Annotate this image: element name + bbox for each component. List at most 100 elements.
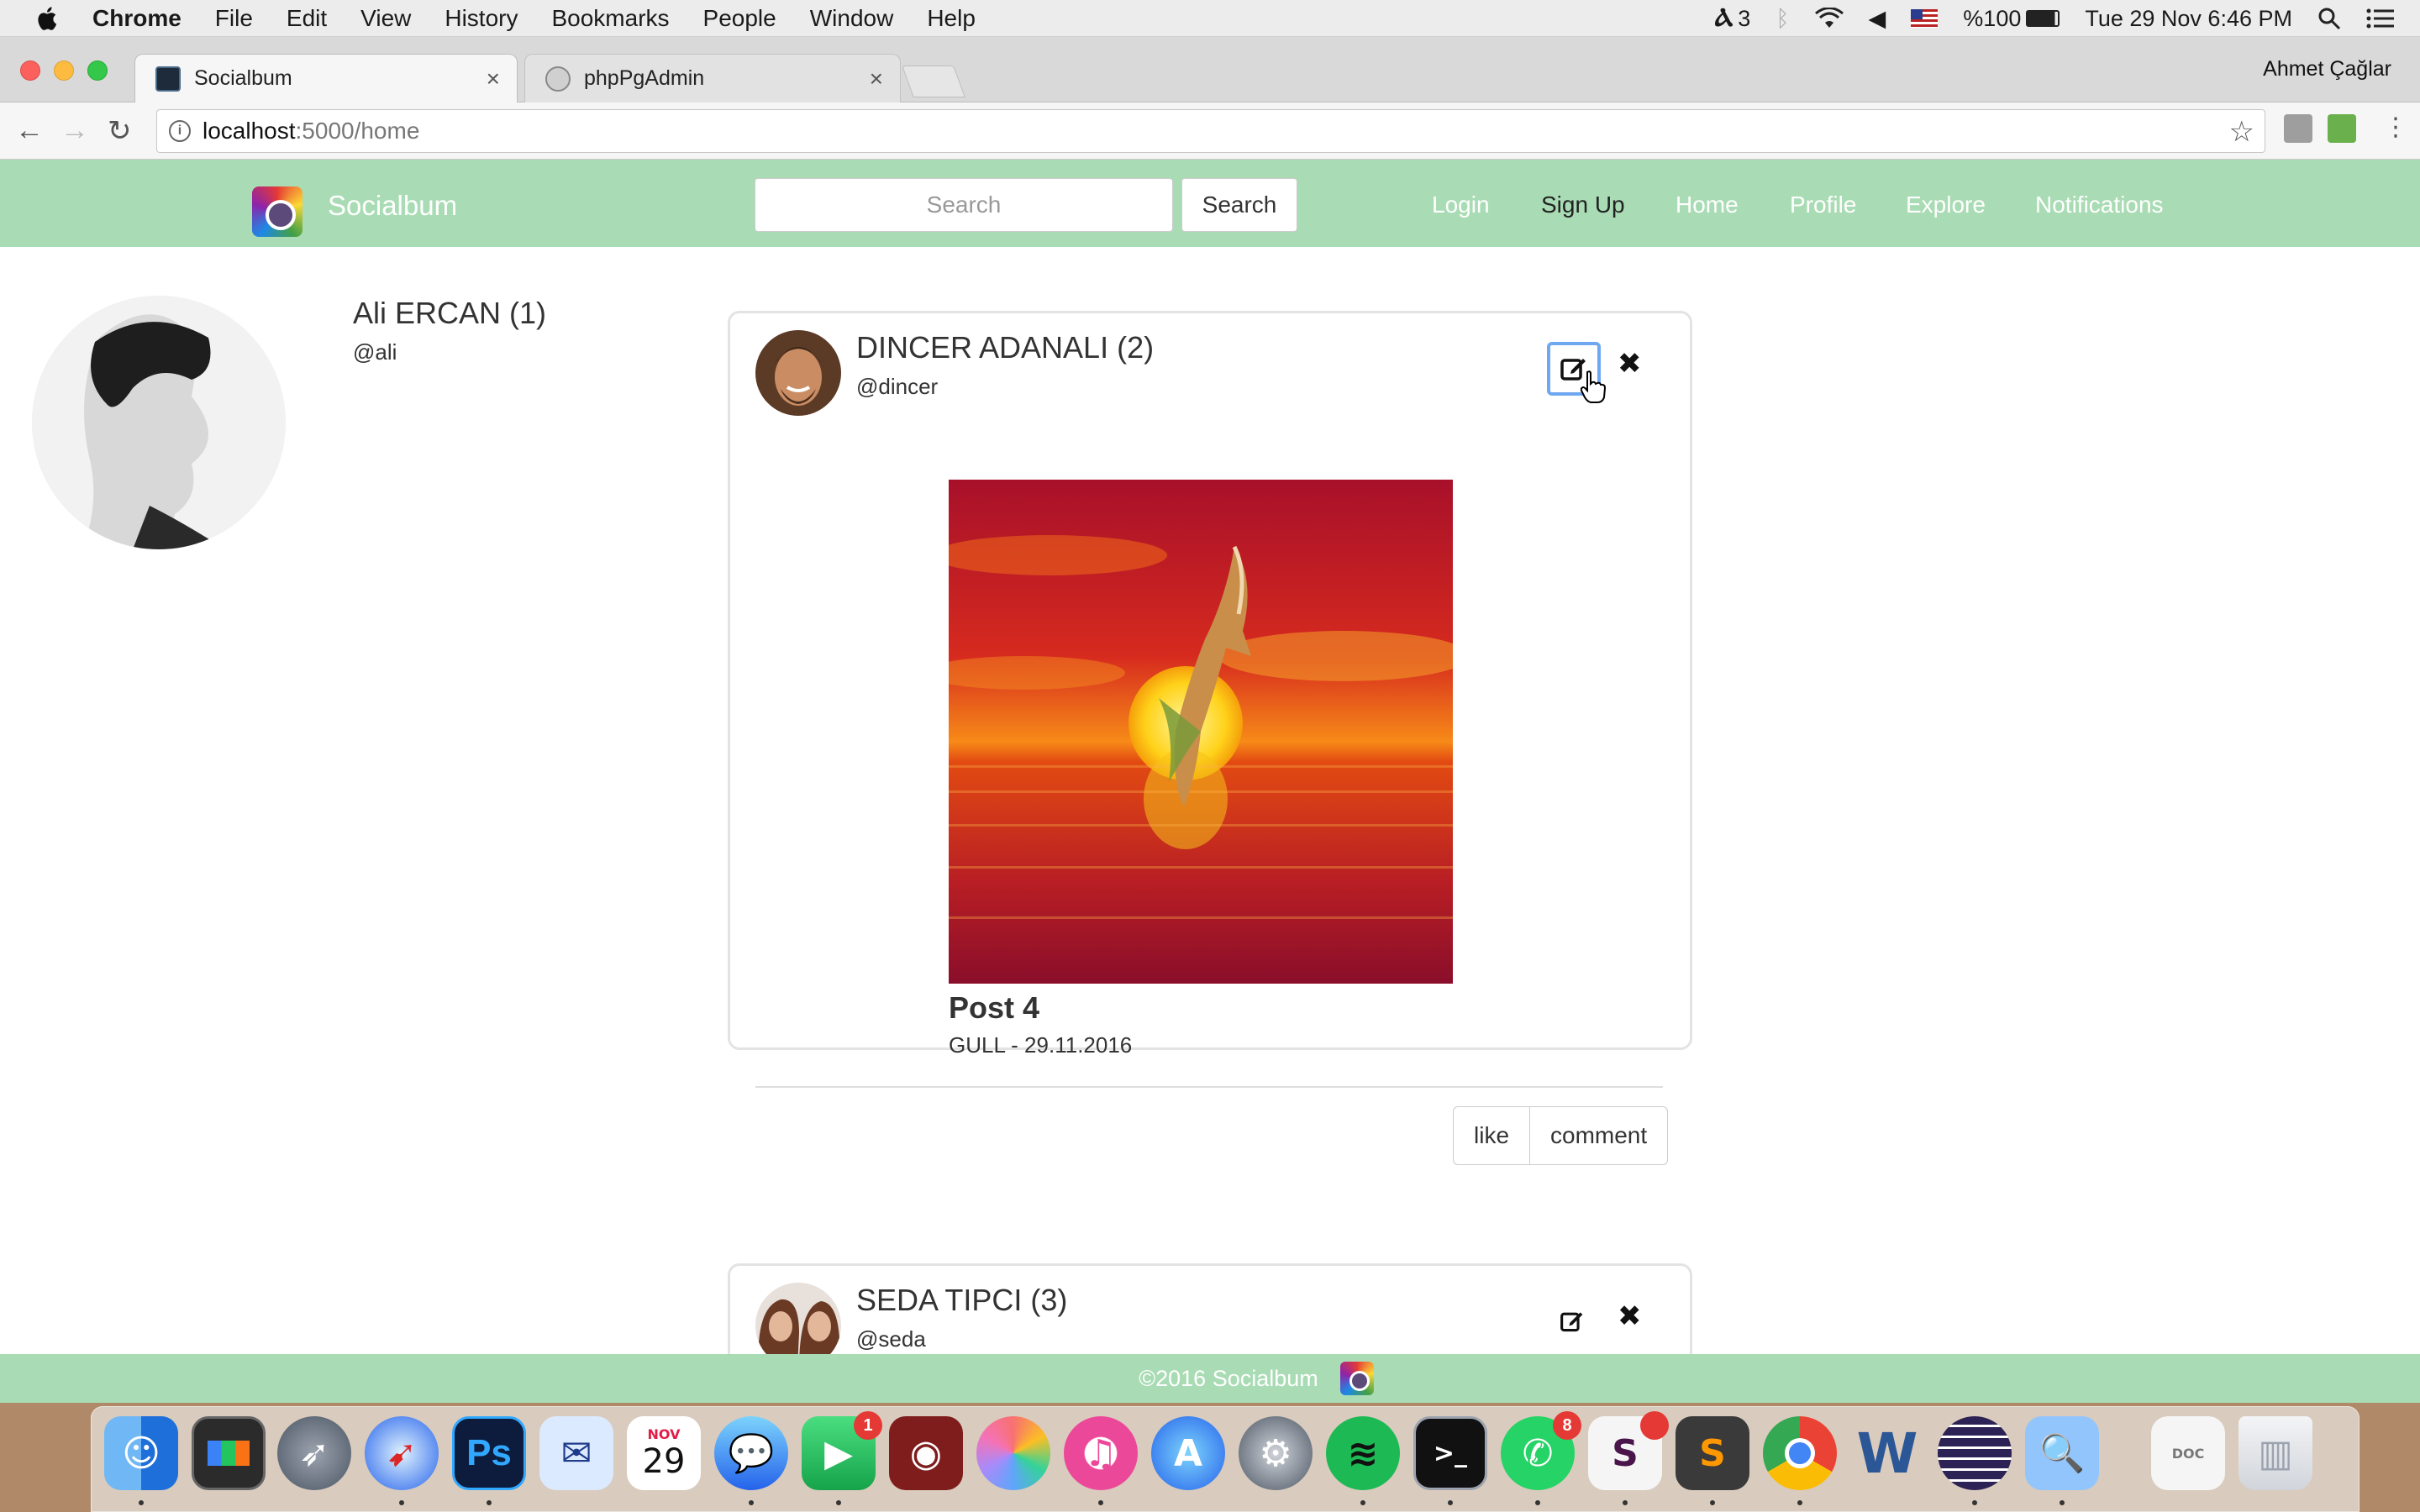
tab-socialbum[interactable]: Socialbum × — [134, 54, 518, 102]
reload-icon[interactable]: ↻ — [108, 114, 132, 148]
sublime-text-icon[interactable]: S — [1676, 1416, 1749, 1490]
running-indicator — [1535, 1500, 1540, 1505]
running-indicator — [836, 1500, 841, 1505]
photos-icon[interactable] — [976, 1416, 1050, 1490]
like-button[interactable]: like — [1453, 1106, 1531, 1165]
nav-notifications[interactable]: Notifications — [2035, 192, 2164, 218]
slack-badge-dot — [1640, 1411, 1669, 1440]
comment-button[interactable]: comment — [1530, 1106, 1669, 1165]
window-close-button[interactable] — [20, 60, 40, 81]
tab-phppgadmin[interactable]: phpPgAdmin × — [524, 54, 901, 102]
messages-icon[interactable]: 💬 — [714, 1416, 788, 1490]
calendar-icon[interactable]: NOV 29 — [627, 1416, 701, 1490]
edit-post-button[interactable] — [1545, 1294, 1599, 1348]
eclipse-icon[interactable] — [1938, 1416, 2012, 1490]
apple-menu-icon[interactable] — [34, 4, 62, 33]
input-source-flag-icon[interactable] — [1911, 9, 1939, 28]
brand-name[interactable]: Socialbum — [328, 190, 457, 222]
menu-view[interactable]: View — [360, 5, 411, 32]
photo-booth-icon[interactable]: ◉ — [889, 1416, 963, 1490]
adobe-icon: Ⲁ — [1714, 4, 1733, 32]
chrome-icon[interactable] — [1763, 1416, 1837, 1490]
volume-icon[interactable]: ◀ — [1869, 6, 1886, 32]
notification-center-icon[interactable] — [2366, 8, 2395, 29]
current-user-name[interactable]: Ali ERCAN (1) — [353, 296, 546, 331]
safari-compass-icon[interactable]: ➹ — [365, 1416, 439, 1490]
delete-post-icon[interactable]: ✖ — [1618, 347, 1642, 381]
menu-people[interactable]: People — [703, 5, 776, 32]
chrome-profile-name[interactable]: Ahmet Çağlar — [2263, 57, 2391, 81]
tab-close-icon[interactable]: × — [487, 66, 500, 92]
wifi-icon[interactable] — [1814, 8, 1844, 29]
nav-home[interactable]: Home — [1676, 192, 1739, 218]
nav-login[interactable]: Login — [1432, 192, 1490, 218]
socialbum-logo-icon[interactable] — [252, 186, 302, 237]
tab-title: phpPgAdmin — [584, 66, 705, 90]
clock[interactable]: Tue 29 Nov 6:46 PM — [2085, 6, 2292, 32]
site-info-icon[interactable]: i — [169, 120, 191, 142]
terminal-icon[interactable]: >_ — [1413, 1416, 1487, 1490]
nav-explore[interactable]: Explore — [1906, 192, 1986, 218]
post-author-avatar[interactable] — [755, 330, 841, 416]
trash-icon[interactable]: ▥ — [2238, 1416, 2312, 1490]
menu-help[interactable]: Help — [927, 5, 976, 32]
chrome-menu-icon[interactable]: ⋮ — [2383, 113, 2408, 142]
edit-post-button[interactable] — [1547, 342, 1606, 403]
forward-arrow-icon[interactable]: → — [60, 114, 89, 147]
whatsapp-badge: 8 — [1553, 1411, 1581, 1440]
adobe-status[interactable]: Ⲁ 3 — [1715, 4, 1751, 33]
nav-profile[interactable]: Profile — [1790, 192, 1856, 218]
post-meta: GULL - 29.11.2016 — [949, 1032, 1133, 1058]
window-minimize-button[interactable] — [54, 60, 74, 81]
running-indicator — [1797, 1500, 1802, 1505]
facetime-badge: 1 — [854, 1411, 882, 1440]
search-button[interactable]: Search — [1181, 178, 1297, 232]
new-tab-button[interactable] — [902, 66, 965, 97]
running-indicator — [139, 1500, 144, 1505]
post-author-name[interactable]: SEDA TIPCI (3) — [856, 1283, 1067, 1318]
address-bar[interactable]: i localhost :5000/home ☆ — [156, 109, 2265, 153]
mail-icon[interactable]: ✉ — [539, 1416, 613, 1490]
extension-off-icon[interactable] — [2284, 114, 2312, 143]
itunes-icon[interactable]: ♫ — [1064, 1416, 1138, 1490]
photoshop-icon[interactable]: Ps — [452, 1416, 526, 1490]
launchpad-rocket-icon[interactable]: ➶ — [277, 1416, 351, 1490]
menu-history[interactable]: History — [445, 5, 518, 32]
post-author-name[interactable]: DINCER ADANALI (2) — [856, 330, 1154, 365]
battery-status[interactable]: %100 — [1963, 6, 2060, 32]
extension-cors-icon[interactable] — [2328, 114, 2356, 143]
tab-close-icon[interactable]: × — [870, 66, 883, 92]
menu-window[interactable]: Window — [810, 5, 894, 32]
system-preferences-icon[interactable]: ⚙ — [1239, 1416, 1313, 1490]
nav-signup[interactable]: Sign Up — [1541, 192, 1625, 218]
tab-title: Socialbum — [194, 66, 292, 90]
delete-post-icon[interactable]: ✖ — [1618, 1299, 1642, 1333]
post-image[interactable] — [949, 480, 1453, 984]
current-user-avatar[interactable] — [32, 296, 286, 549]
menu-file[interactable]: File — [215, 5, 253, 32]
documents-folder-icon[interactable]: DOC — [2151, 1416, 2225, 1490]
running-indicator — [1448, 1500, 1453, 1505]
running-indicator — [1710, 1500, 1715, 1505]
running-indicator — [487, 1500, 492, 1505]
site-footer: ©2016 Socialbum — [0, 1354, 2420, 1403]
back-arrow-icon[interactable]: ← — [15, 114, 44, 147]
menu-bookmarks[interactable]: Bookmarks — [551, 5, 669, 32]
spotify-icon[interactable]: ≋ — [1326, 1416, 1400, 1490]
search-input[interactable] — [755, 178, 1173, 232]
window-zoom-button[interactable] — [87, 60, 108, 81]
spotlight-search-icon[interactable] — [2317, 7, 2341, 30]
calendar-day: 29 — [642, 1441, 686, 1481]
preview-icon[interactable]: 🔍 — [2025, 1416, 2099, 1490]
bluetooth-icon[interactable]: ᛒ — [1776, 6, 1789, 32]
app-store-icon[interactable]: A — [1151, 1416, 1225, 1490]
bookmark-star-icon[interactable]: ☆ — [2229, 115, 2254, 149]
word-icon[interactable]: W — [1850, 1416, 1924, 1490]
running-indicator — [399, 1500, 404, 1505]
finder-icon[interactable]: ☺ — [104, 1416, 178, 1490]
menu-edit[interactable]: Edit — [287, 5, 327, 32]
activity-dashboard-icon[interactable] — [192, 1416, 266, 1490]
post-title: Post 4 — [949, 990, 1040, 1025]
menu-app-name[interactable]: Chrome — [92, 5, 182, 32]
post-author-handle: @seda — [856, 1326, 926, 1352]
